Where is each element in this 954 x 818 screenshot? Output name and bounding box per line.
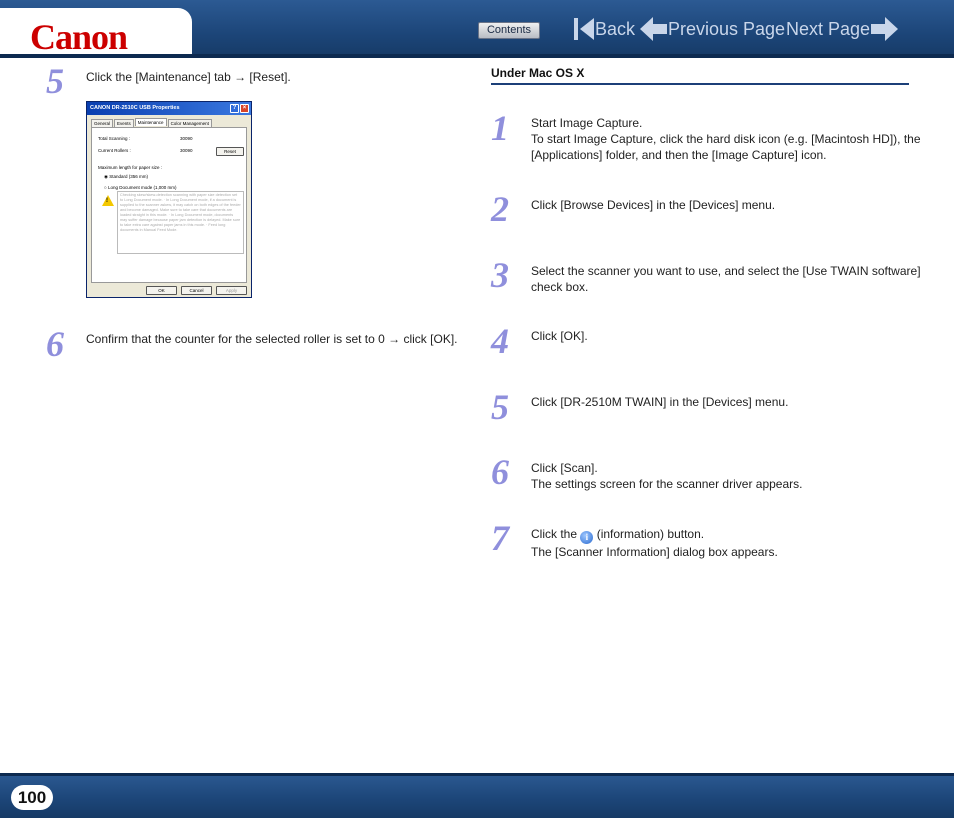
step-text: Click [DR-2510M TWAIN] in the [Devices] … — [531, 394, 788, 410]
reset-button: Reset — [216, 147, 244, 156]
step-text: Click [Scan]. The settings screen for th… — [531, 460, 802, 492]
footer-bar — [0, 773, 954, 818]
step-number: 2 — [491, 189, 509, 229]
canon-logo: Canon — [30, 17, 128, 57]
arrow-left-icon — [640, 17, 667, 41]
back-to-start-icon — [574, 18, 594, 40]
previous-page-button[interactable]: Previous Page — [640, 16, 785, 42]
step-line: Click [Browse Devices] in the [Devices] … — [531, 198, 776, 212]
current-rollers-label: Current Rollers : — [98, 148, 131, 153]
step-line: The [Scanner Information] dialog box app… — [531, 545, 778, 559]
step-line: Click [DR-2510M TWAIN] in the [Devices] … — [531, 395, 789, 409]
step-line: check box. — [531, 280, 589, 294]
long-document-label: Long Document mode (1,000 mm) — [107, 185, 177, 190]
cancel-button: Cancel — [181, 286, 212, 295]
information-icon: i — [580, 531, 594, 544]
step-text: Confirm that the counter for the selecte… — [86, 332, 458, 346]
step-number: 5 — [46, 61, 64, 101]
long-document-radio: ○ Long Document mode (1,000 mm) — [104, 185, 177, 190]
section-title: Under Mac OS X — [491, 66, 585, 80]
step-text: Click the [Maintenance] tab → [Reset]. — [86, 70, 291, 84]
standard-radio: ◉ Standard (356 mm) — [104, 174, 148, 179]
total-scanning-value: 30090 — [180, 136, 193, 141]
step-text: Start Image Capture. To start Image Capt… — [531, 115, 921, 163]
step-line: The settings screen for the scanner driv… — [531, 477, 803, 491]
step-text: Click the i (information) button. The [S… — [531, 526, 778, 560]
step-number: 3 — [491, 255, 509, 295]
max-length-label: Maximum length for paper size : — [98, 165, 163, 170]
step-line: Click [OK]. — [531, 329, 588, 343]
step-number: 4 — [491, 321, 509, 361]
dialog-title-bar: CANON DR-2510C USB Properties ? × — [87, 102, 251, 115]
dialog-panel: Total Scanning : 30090 Current Rollers :… — [91, 127, 247, 283]
step-text: Click [OK]. — [531, 328, 588, 344]
ok-button: OK — [146, 286, 177, 295]
tab-maintenance: Maintenance — [134, 118, 167, 126]
step-number: 6 — [46, 324, 64, 364]
logo-panel: Canon — [0, 8, 192, 57]
step-line: Click [Scan]. — [531, 461, 598, 475]
contents-button[interactable]: Contents — [478, 22, 540, 39]
warning-mark: ! — [106, 198, 108, 204]
standard-label: Standard (356 mm) — [109, 174, 148, 179]
step-line: Click the i (information) button. — [531, 526, 778, 544]
next-page-label: Next Page — [786, 19, 871, 39]
total-scanning-label: Total Scanning : — [98, 136, 131, 141]
tab-general: General — [91, 119, 114, 127]
next-page-button[interactable]: Next Page — [786, 16, 899, 42]
help-icon: ? — [230, 104, 239, 113]
step-line: [Applications] folder, and then the [Ima… — [531, 148, 827, 162]
step-number: 1 — [491, 108, 509, 148]
section-rule — [491, 83, 909, 85]
page-number: 100 — [11, 785, 53, 810]
step-number: 6 — [491, 452, 509, 492]
footer-divider — [0, 773, 954, 776]
back-label: Back — [595, 19, 636, 39]
step-number: 7 — [491, 518, 509, 558]
step-line: To start Image Capture, click the hard d… — [531, 132, 921, 146]
arrow-right-icon — [871, 17, 899, 41]
step-line: Start Image Capture. — [531, 116, 643, 130]
warning-icon — [102, 195, 114, 206]
previous-page-label: Previous Page — [668, 19, 786, 39]
step-line-end: (information) button. — [596, 527, 705, 541]
close-icon: × — [240, 104, 249, 113]
step-text: Click [Browse Devices] in the [Devices] … — [531, 197, 775, 213]
header-divider — [0, 54, 954, 58]
current-rollers-value: 30090 — [180, 148, 193, 153]
step-line: Select the scanner you want to use, and … — [531, 264, 921, 278]
properties-dialog-screenshot: CANON DR-2510C USB Properties ? × Genera… — [86, 101, 252, 298]
apply-button: Apply — [216, 286, 247, 295]
tab-events: Events — [114, 119, 134, 127]
step-number: 5 — [491, 387, 509, 427]
step-text: Select the scanner you want to use, and … — [531, 263, 921, 295]
warning-text: Checking skew/skew-detection scanning wi… — [117, 191, 244, 254]
back-button[interactable]: Back — [573, 16, 635, 42]
step-line-start: Click the — [531, 527, 578, 541]
dialog-title: CANON DR-2510C USB Properties — [90, 105, 180, 111]
tab-color-management: Color Management — [167, 119, 212, 127]
dialog-tabs: General Events Maintenance Color Managem… — [91, 118, 213, 127]
